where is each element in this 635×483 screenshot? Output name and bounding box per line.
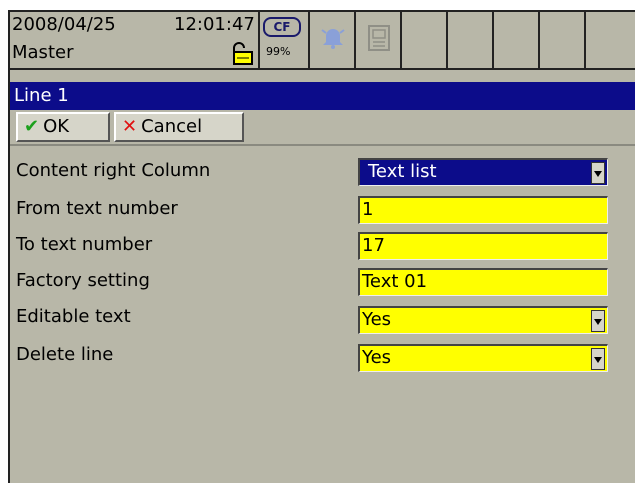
editable-text-value: Yes	[362, 309, 392, 330]
editable-text-select[interactable]: Yes	[358, 306, 608, 334]
memory-icon	[368, 25, 390, 51]
delete-line-label: Delete line	[16, 344, 114, 365]
to-text-number-input[interactable]: 17	[358, 232, 608, 260]
alarm-status-slot[interactable]	[310, 12, 356, 68]
status-time: 12:01:47	[174, 14, 255, 35]
ok-button[interactable]: ✔ OK	[16, 112, 110, 142]
page-title: Line 1	[10, 82, 635, 110]
cf-card-icon: CF	[263, 17, 301, 37]
status-user: Master	[12, 42, 74, 63]
app-window: 2008/04/25 12:01:47 Master CF 99% Line 1…	[8, 10, 635, 483]
status-bar: 2008/04/25 12:01:47 Master CF 99%	[10, 12, 635, 70]
factory-setting-input[interactable]: Text 01	[358, 268, 608, 296]
form-row-factory-setting: Factory setting Text 01	[10, 266, 635, 300]
status-slot-empty	[402, 12, 448, 68]
content-right-column-label: Content right Column	[16, 160, 211, 181]
memory-status-slot[interactable]	[356, 12, 402, 68]
form-row-from-text-number: From text number 1	[10, 194, 635, 228]
dropdown-arrow-icon[interactable]	[591, 310, 605, 332]
cf-card-usage: 99%	[266, 45, 291, 58]
factory-setting-label: Factory setting	[16, 270, 150, 291]
ok-button-label: OK	[43, 116, 70, 137]
form-row-delete-line: Delete line Yes	[10, 340, 635, 374]
dropdown-arrow-icon[interactable]	[591, 348, 605, 370]
status-slot-empty	[540, 12, 586, 68]
delete-line-select[interactable]: Yes	[358, 344, 608, 372]
checkmark-icon: ✔	[24, 116, 40, 137]
cancel-button[interactable]: ✕ Cancel	[114, 112, 244, 142]
content-right-column-select[interactable]: Text list	[358, 158, 608, 186]
cross-icon: ✕	[122, 116, 138, 137]
form-row-editable-text: Editable text Yes	[10, 302, 635, 336]
cf-card-status[interactable]: CF 99%	[260, 12, 310, 68]
alarm-bell-icon	[321, 29, 345, 49]
status-slot-empty	[586, 12, 635, 68]
form-row-to-text-number: To text number 17	[10, 230, 635, 264]
from-text-number-label: From text number	[16, 198, 178, 219]
to-text-number-label: To text number	[16, 234, 153, 255]
cancel-button-label: Cancel	[141, 116, 203, 137]
unlock-icon[interactable]	[228, 42, 256, 66]
status-slot-empty	[448, 12, 494, 68]
dialog-toolbar: ✔ OK ✕ Cancel	[10, 110, 635, 146]
from-text-number-input[interactable]: 1	[358, 196, 608, 224]
status-date: 2008/04/25	[12, 14, 116, 35]
dropdown-arrow-icon[interactable]	[591, 162, 605, 184]
editable-text-label: Editable text	[16, 306, 131, 327]
status-slot-empty	[494, 12, 540, 68]
datetime-panel: 2008/04/25 12:01:47 Master	[10, 12, 260, 68]
form-row-content-right-column: Content right Column Text list	[10, 156, 635, 190]
content-right-column-value: Text list	[368, 161, 437, 182]
delete-line-value: Yes	[362, 347, 392, 368]
